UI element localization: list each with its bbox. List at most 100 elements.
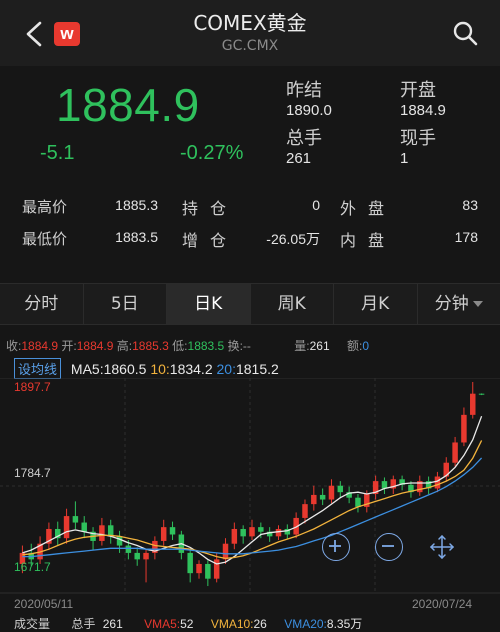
page-title: COMEX黄金 xyxy=(193,11,307,35)
candle-up xyxy=(302,504,308,518)
tab-weekly-k[interactable]: 周K xyxy=(251,284,334,324)
high-value: 1885.3 xyxy=(115,197,158,213)
total-volume-label: 总手 xyxy=(286,128,322,149)
candle-up xyxy=(213,559,220,579)
close-value: 1884.9 xyxy=(21,339,59,353)
period-tabs: 分时 5日 日K 周K 月K 分钟 xyxy=(0,283,500,325)
candle-up xyxy=(196,563,202,574)
candle-down xyxy=(187,552,193,574)
candle-down xyxy=(169,527,176,535)
ma20-label: 20: xyxy=(216,361,236,377)
candle-down xyxy=(258,527,264,532)
candle-down xyxy=(337,485,344,493)
zoom-in-button[interactable] xyxy=(322,533,350,561)
y-axis-top-label: 1897.7 xyxy=(14,380,51,394)
candle-up xyxy=(461,414,467,443)
current-volume-label: 现手 xyxy=(400,128,436,149)
candle-up xyxy=(99,525,105,541)
tab-5day[interactable]: 5日 xyxy=(84,284,167,324)
candle-down xyxy=(355,497,361,507)
vma20-value: 8.35万 xyxy=(326,617,363,631)
low-label: 最低价 xyxy=(22,230,68,248)
low-value: 1883.5 xyxy=(115,229,158,245)
symbol-code: GC.CMX xyxy=(221,38,279,54)
volume-title: 成交量 xyxy=(14,617,51,631)
candle-up xyxy=(249,527,255,537)
candle-up xyxy=(452,442,458,463)
turnover-value: -- xyxy=(242,339,251,353)
candle-up xyxy=(328,485,335,500)
tab-minute-label: 分钟 xyxy=(434,294,469,314)
candle-down xyxy=(478,393,485,395)
add-position-value: -26.05万 xyxy=(266,231,320,247)
chevron-down-icon xyxy=(472,301,483,307)
hands-label: 总手 xyxy=(71,617,96,631)
close-label: 收: xyxy=(6,339,22,353)
ma20-value: 1815.2 xyxy=(235,361,279,377)
high-label: 最高价 xyxy=(22,198,68,216)
open-value: 1884.9 xyxy=(76,339,114,353)
hold-value: 0 xyxy=(312,197,320,213)
top-bar: w COMEX黄金 GC.CMX xyxy=(0,0,500,66)
vma20-label: VMA20: xyxy=(284,617,327,631)
zoom-out-button[interactable] xyxy=(375,533,403,561)
open-label: 开: xyxy=(61,339,77,353)
price-change-percent: -0.27% xyxy=(180,142,244,164)
vma5-value: 52 xyxy=(180,617,194,631)
candle-up xyxy=(434,476,441,489)
x-axis-start-date: 2020/05/11 xyxy=(14,597,74,611)
low-value: 1883.5 xyxy=(187,339,225,353)
high-label: 高: xyxy=(116,339,133,353)
search-icon[interactable] xyxy=(452,20,478,46)
volume-label: 量: xyxy=(294,339,310,353)
candle-down xyxy=(107,525,114,537)
open-label: 开盘 xyxy=(400,80,436,101)
candle-down xyxy=(125,545,132,553)
inner-value: 178 xyxy=(454,229,478,245)
prev-close-label: 昨结 xyxy=(286,80,322,101)
minus-icon xyxy=(382,545,395,548)
tab-monthly-k[interactable]: 月K xyxy=(334,284,418,324)
quote-panel: 1884.9 -5.1 -0.27% 昨结 1890.0 开盘 1884.9 总… xyxy=(0,66,500,280)
candle-up xyxy=(311,494,317,505)
tab-minute[interactable]: 分钟 xyxy=(418,284,500,324)
hold-label: 持仓 xyxy=(182,199,239,218)
prev-close-value: 1890.0 xyxy=(286,102,332,119)
open-value: 1884.9 xyxy=(400,102,446,119)
inner-label: 内盘 xyxy=(340,231,397,250)
candle-up xyxy=(275,528,282,537)
volume-legend: 成交量 总手 261 VMA5:52 VMA10:26 VMA20:8.35万 xyxy=(14,615,362,632)
move-arrows-icon[interactable] xyxy=(428,533,456,561)
total-volume-value: 261 xyxy=(286,150,312,167)
turnover-label: 换: xyxy=(227,339,243,353)
y-axis-bottom-label: 1671.7 xyxy=(14,560,51,574)
tab-daily-k[interactable]: 日K xyxy=(167,284,251,324)
outer-value: 83 xyxy=(462,197,478,213)
candle-down xyxy=(319,494,326,500)
candle-down xyxy=(72,516,79,523)
price-change: -5.1 xyxy=(40,142,75,164)
amount-label: 额: xyxy=(346,339,363,353)
set-ma-button[interactable]: 设均线 xyxy=(14,358,62,379)
ma10-label: 10: xyxy=(150,361,170,377)
y-axis-mid-label: 1784.7 xyxy=(14,466,51,480)
candle-down xyxy=(381,481,388,489)
amount-value: 0 xyxy=(362,339,369,353)
candlestick-chart[interactable] xyxy=(0,378,500,594)
ohlc-info: 收:1884.9 开:1884.9 高:1885.3 低:1883.5 换:--… xyxy=(6,337,369,354)
candle-up xyxy=(222,543,229,560)
ma10-value: 1834.2 xyxy=(169,361,213,377)
candle-up xyxy=(160,527,167,541)
low-label: 低: xyxy=(172,339,188,353)
candle-up xyxy=(143,552,149,560)
candle-up xyxy=(470,393,476,415)
current-volume-value: 1 xyxy=(400,150,409,167)
vma5-label: VMA5: xyxy=(144,617,181,631)
candle-down xyxy=(205,563,211,579)
high-value: 1885.3 xyxy=(132,339,169,353)
tab-intraday[interactable]: 分时 xyxy=(0,284,84,324)
ma-legend: 设均线 MA5:1860.5 10:1834.2 20:1815.2 xyxy=(14,358,279,379)
candle-down xyxy=(116,536,123,546)
candle-down xyxy=(240,528,246,537)
x-axis-end-date: 2020/07/24 xyxy=(412,597,473,611)
